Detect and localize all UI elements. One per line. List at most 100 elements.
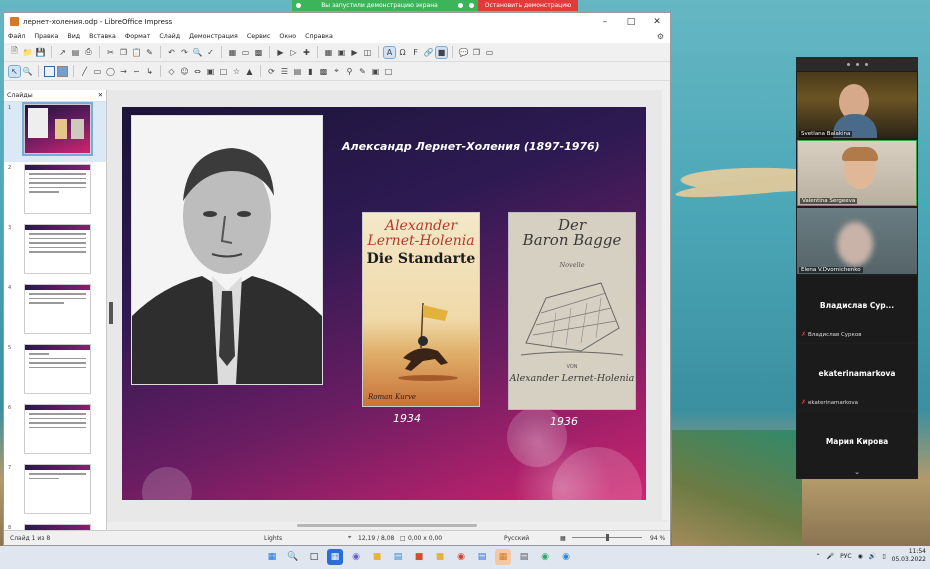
- language-indicator[interactable]: Русский: [504, 535, 529, 542]
- menu-tools[interactable]: Сервис: [247, 33, 271, 40]
- arrow-icon[interactable]: →: [118, 66, 129, 77]
- book-cover-die-standarte[interactable]: Alexander Lernet-Holenia Die Standarte R…: [362, 212, 480, 407]
- toggle-extrusion-icon[interactable]: □: [383, 66, 394, 77]
- menu-format[interactable]: Формат: [125, 33, 151, 40]
- participant-video-tile[interactable]: Elena V.Dvornichenko: [797, 208, 917, 274]
- clone-formatting-icon[interactable]: ✎: [144, 47, 155, 58]
- new-icon[interactable]: 🗎: [9, 46, 20, 58]
- start-icon[interactable]: ▦: [264, 549, 280, 565]
- master-slide-name[interactable]: Lights: [264, 535, 282, 542]
- open-icon[interactable]: 📁: [22, 47, 33, 58]
- glue-points-icon[interactable]: ▣: [370, 66, 381, 77]
- shadow-icon[interactable]: ▩: [318, 66, 329, 77]
- slide-title[interactable]: Александр Лернет-Холения (1897-1976): [342, 140, 600, 153]
- chart-icon[interactable]: ◫: [362, 47, 373, 58]
- connector-icon[interactable]: ↳: [144, 66, 155, 77]
- task-view-icon[interactable]: □: [306, 549, 322, 565]
- special-character-icon[interactable]: Ω: [397, 47, 408, 58]
- show-draw-functions-icon[interactable]: ■: [435, 45, 448, 59]
- text-box-icon[interactable]: A: [383, 45, 396, 59]
- microphone-icon[interactable]: 🎤: [827, 553, 834, 560]
- hyperlink-icon[interactable]: 🔗: [423, 47, 434, 58]
- symbol-shapes-icon[interactable]: ☺: [179, 66, 190, 77]
- curve-icon[interactable]: ∽: [131, 66, 142, 77]
- slide-thumbnail[interactable]: 4: [4, 282, 106, 342]
- zoom-icon[interactable]: ◉: [558, 549, 574, 565]
- participant-tile[interactable]: Владислав Сур... ✗ Владислав Сурков: [797, 276, 917, 342]
- menu-insert[interactable]: Вставка: [89, 33, 116, 40]
- block-arrows-icon[interactable]: ⇔: [192, 66, 203, 77]
- media-icon[interactable]: ▶: [349, 47, 360, 58]
- folder-icon[interactable]: ■: [432, 549, 448, 565]
- export-pdf-icon[interactable]: ▤: [70, 47, 81, 58]
- undo-icon[interactable]: ↶: [166, 47, 177, 58]
- toggle-point-edit-icon[interactable]: ✎: [357, 66, 368, 77]
- store-icon[interactable]: ▤: [390, 549, 406, 565]
- menu-slide[interactable]: Слайд: [159, 33, 180, 40]
- sidebar-toggle-icon[interactable]: ⚙: [657, 32, 664, 41]
- show-hidden-icons-icon[interactable]: ⌃: [816, 553, 821, 560]
- 3d-objects-icon[interactable]: ▲: [244, 66, 255, 77]
- stop-share-button[interactable]: Остановить демонстрацию: [478, 0, 578, 11]
- battery-icon[interactable]: ▯: [882, 553, 885, 560]
- menu-view[interactable]: Вид: [67, 33, 80, 40]
- flowchart-icon[interactable]: ▣: [205, 66, 216, 77]
- new-slide-icon[interactable]: ✚: [301, 47, 312, 58]
- slide-thumbnail[interactable]: 3: [4, 222, 106, 282]
- print-icon[interactable]: ⎙: [83, 47, 94, 58]
- ellipse-icon[interactable]: ◯: [105, 66, 116, 77]
- maximize-button[interactable]: □: [618, 17, 644, 27]
- close-pane-icon[interactable]: ✕: [98, 92, 103, 99]
- search-icon[interactable]: 🔍: [285, 549, 301, 565]
- slide-canvas[interactable]: Александр Лернет-Холения (1897-1976) Ale…: [122, 107, 646, 500]
- document-icon[interactable]: ▤: [516, 549, 532, 565]
- export-icon[interactable]: ↗: [57, 47, 68, 58]
- book1-year[interactable]: 1934: [393, 412, 421, 425]
- save-icon[interactable]: 💾: [35, 47, 46, 58]
- author-portrait[interactable]: [131, 115, 323, 385]
- language-indicator[interactable]: РУС: [840, 553, 851, 560]
- grid-icon[interactable]: ▦: [227, 47, 238, 58]
- fill-color-icon[interactable]: [57, 65, 68, 77]
- menu-help[interactable]: Справка: [305, 33, 333, 40]
- menu-window[interactable]: Окно: [279, 33, 296, 40]
- filter-icon[interactable]: ⚲: [344, 66, 355, 77]
- comment-icon[interactable]: 💬: [458, 47, 469, 58]
- chat-icon[interactable]: ◉: [348, 549, 364, 565]
- fontwork-icon[interactable]: F: [410, 47, 421, 58]
- vertical-scrollbar[interactable]: [662, 90, 668, 520]
- wifi-icon[interactable]: ◉: [858, 553, 863, 560]
- slide-editor[interactable]: Александр Лернет-Холения (1897-1976) Ale…: [107, 90, 668, 530]
- file-explorer-icon[interactable]: ■: [369, 549, 385, 565]
- slide-thumbnail[interactable]: 8: [4, 522, 106, 530]
- share-settings-icon[interactable]: [469, 3, 474, 8]
- browser-icon[interactable]: ◉: [537, 549, 553, 565]
- panel-drag-handle[interactable]: [796, 57, 918, 71]
- start-current-slide-icon[interactable]: ▷: [288, 47, 299, 58]
- basic-shapes-icon[interactable]: ◇: [166, 66, 177, 77]
- redo-icon[interactable]: ↷: [179, 47, 190, 58]
- clock[interactable]: 11:54 05.03.2022: [892, 548, 926, 564]
- paste-icon[interactable]: 📋: [131, 47, 142, 58]
- rotate-icon[interactable]: ⟳: [266, 66, 277, 77]
- menu-file[interactable]: Файл: [8, 33, 25, 40]
- book2-year[interactable]: 1936: [550, 415, 578, 428]
- line-icon[interactable]: ╱: [79, 66, 90, 77]
- chrome-icon[interactable]: ◉: [453, 549, 469, 565]
- copy-icon[interactable]: ❐: [118, 47, 129, 58]
- display-views-icon[interactable]: ▭: [240, 47, 251, 58]
- slide-thumbnail[interactable]: 7: [4, 462, 106, 522]
- volume-icon[interactable]: 🔊: [869, 553, 876, 560]
- participant-video-tile[interactable]: Valentina Sergeeva: [797, 140, 917, 206]
- slide-thumbnail[interactable]: 6: [4, 402, 106, 462]
- minimize-button[interactable]: –: [592, 17, 618, 27]
- app-icon-red[interactable]: ■: [411, 549, 427, 565]
- stars-icon[interactable]: ☆: [231, 66, 242, 77]
- book-cover-baron-bagge[interactable]: Der Baron Bagge Novelle VON Alexander Le…: [508, 212, 636, 410]
- slide-thumbnail[interactable]: 5: [4, 342, 106, 402]
- text-editor-icon[interactable]: ▤: [474, 549, 490, 565]
- calendar-icon[interactable]: ▦: [327, 549, 343, 565]
- participant-video-tile[interactable]: Svetlana Balakina: [797, 72, 917, 138]
- participant-tile[interactable]: ekaterinamarkova ✗ ekaterinamarkova: [797, 344, 917, 410]
- slide-thumbnail[interactable]: 2: [4, 162, 106, 222]
